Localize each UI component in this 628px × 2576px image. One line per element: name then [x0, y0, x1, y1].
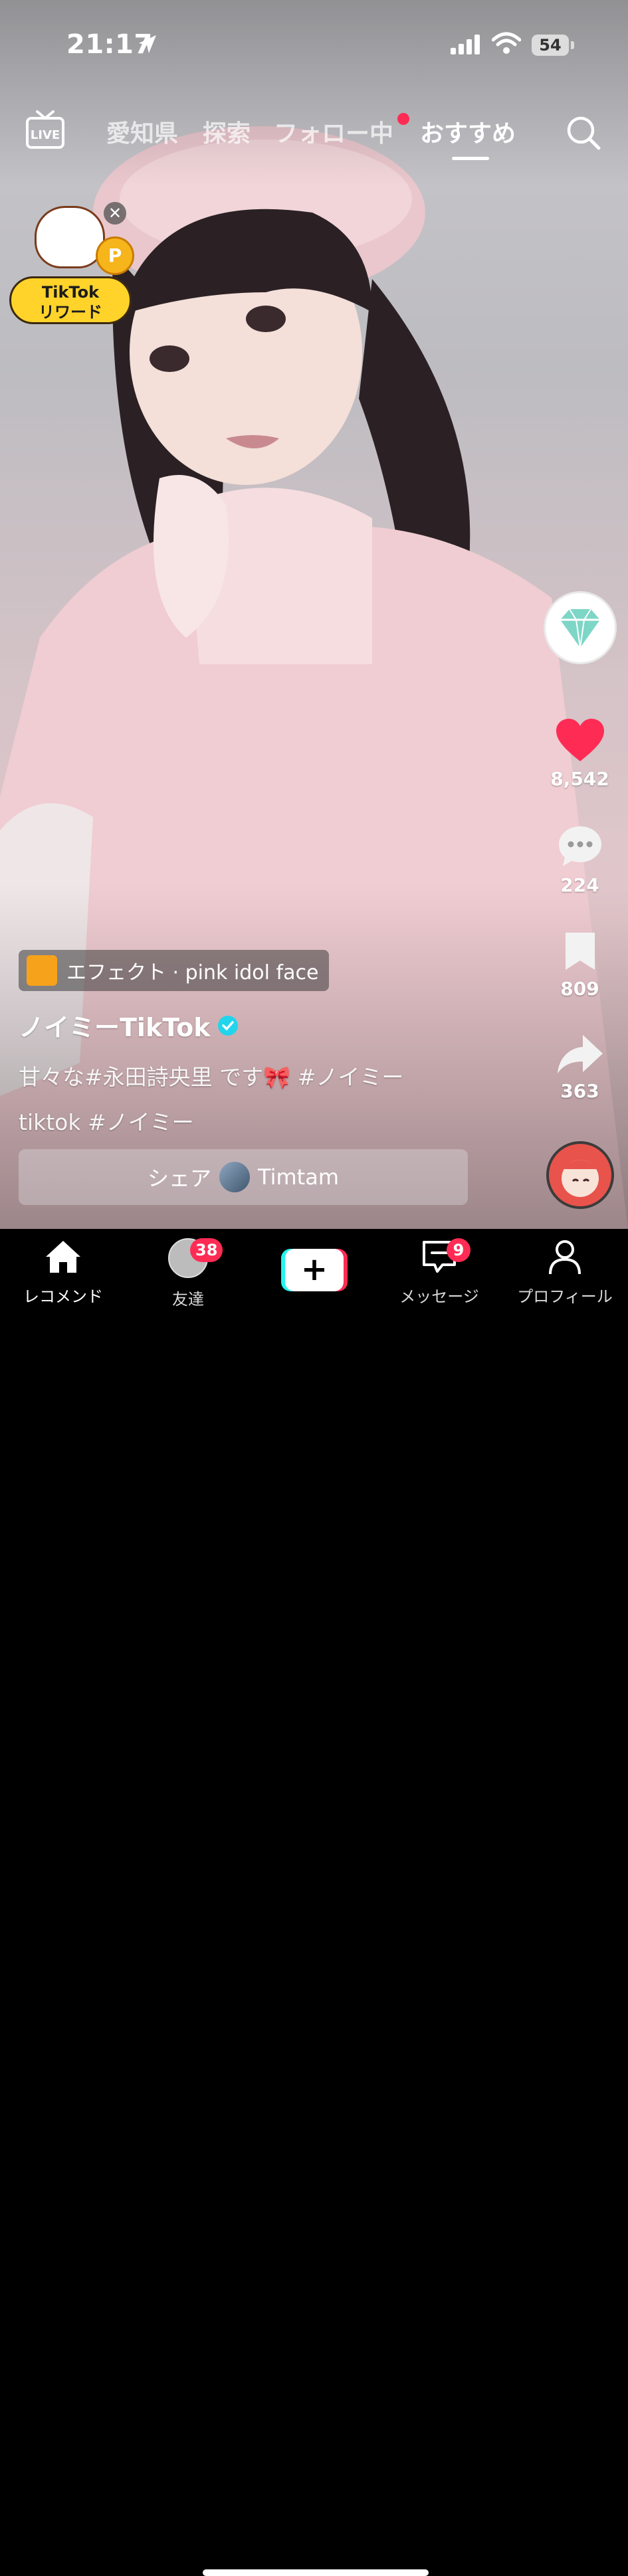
live-label: LIVE — [31, 128, 60, 142]
active-tab-underline — [452, 157, 489, 160]
creator-username-row[interactable]: ノイミーTikTok — [19, 1007, 239, 1044]
nav-profile[interactable]: プロフィール — [502, 1238, 628, 1307]
share-count: 363 — [560, 1080, 599, 1102]
nav-create[interactable]: + — [251, 1238, 377, 1295]
share-button[interactable]: 363 — [532, 1034, 628, 1102]
friends-badge: 38 — [190, 1238, 223, 1262]
music-disc[interactable] — [546, 1141, 614, 1209]
tab-following[interactable]: フォロー中 — [274, 114, 393, 149]
home-icon — [46, 1241, 80, 1273]
live-icon[interactable]: LIVE — [25, 109, 65, 150]
status-bar: 21:17 54 — [0, 0, 628, 93]
post-caption[interactable]: 甘々な#永田詩央里 です🎀 #ノイミー tiktok #ノイミー — [19, 1055, 451, 1145]
lucky-cat-icon — [35, 206, 105, 268]
wifi-icon — [492, 32, 521, 54]
home-indicator — [203, 2569, 429, 2576]
effect-label: エフェクト · pink idol face — [66, 961, 319, 984]
sharer-name: Timtam — [258, 1164, 339, 1190]
bookmark-icon — [565, 933, 595, 970]
music-cover-icon — [562, 1160, 599, 1197]
verified-badge-icon — [218, 1015, 239, 1036]
inbox-badge: 9 — [447, 1238, 471, 1262]
nav-home[interactable]: レコメンド — [0, 1238, 126, 1307]
location-arrow-icon — [139, 35, 156, 53]
nav-inbox[interactable]: 9 メッセージ — [376, 1238, 502, 1307]
bottom-nav: レコメンド 38 友達 + 9 メッセージ プロフィール — [0, 1229, 628, 2576]
nav-home-label: レコメンド — [23, 1287, 103, 1306]
effect-tag[interactable]: エフェクト · pink idol face — [19, 950, 330, 991]
comment-button[interactable]: 224 — [532, 824, 628, 896]
caption-line-1: 甘々な#永田詩央里 です🎀 #ノイミー — [19, 1064, 404, 1090]
signal-icon — [451, 35, 480, 54]
following-notification-dot — [397, 113, 409, 125]
diamond-logo-icon — [560, 608, 600, 648]
battery-indicator: 54 — [532, 35, 569, 56]
like-count: 8,542 — [550, 768, 609, 790]
rewards-label-line2: リワード — [39, 303, 102, 322]
comment-icon — [558, 826, 601, 866]
battery-tip — [571, 41, 574, 49]
shared-by-bar[interactable]: シェア Timtam — [19, 1149, 468, 1205]
profile-icon — [549, 1240, 581, 1275]
like-button[interactable]: 8,542 — [532, 717, 628, 790]
effect-sparkle-icon — [27, 955, 57, 986]
sharer-avatar — [219, 1162, 251, 1192]
nav-friends-label: 友達 — [172, 1290, 204, 1309]
search-icon[interactable] — [565, 114, 602, 151]
rewards-label-line1: TikTok — [41, 283, 100, 302]
nav-friends[interactable]: 38 友達 — [125, 1238, 251, 1309]
plus-icon: + — [285, 1249, 344, 1291]
nav-profile-label: プロフィール — [517, 1287, 613, 1306]
top-nav: LIVE 愛知県 探索 フォロー中 おすすめ — [0, 106, 628, 160]
create-button[interactable]: + — [281, 1249, 348, 1291]
bookmark-count: 809 — [560, 978, 599, 1000]
comment-count: 224 — [560, 874, 599, 896]
tiktok-rewards-widget[interactable]: P ✕ TikTok リワード — [9, 199, 136, 325]
tab-aichi[interactable]: 愛知県 — [106, 114, 178, 149]
share-prefix: シェア — [148, 1166, 212, 1191]
rewards-label: TikTok リワード — [9, 276, 132, 324]
creator-username[interactable]: ノイミーTikTok — [19, 1007, 210, 1044]
caption-line-2: tiktok #ノイミー — [19, 1109, 194, 1135]
bookmark-button[interactable]: 809 — [532, 930, 628, 1000]
tab-explore[interactable]: 探索 — [203, 114, 251, 149]
points-coin-icon: P — [96, 236, 134, 275]
share-arrow-icon — [557, 1035, 603, 1073]
creator-avatar[interactable] — [544, 591, 617, 664]
tab-for-you[interactable]: おすすめ — [420, 114, 516, 149]
close-icon[interactable]: ✕ — [104, 202, 126, 225]
heart-icon — [556, 719, 604, 761]
nav-inbox-label: メッセージ — [399, 1287, 479, 1306]
